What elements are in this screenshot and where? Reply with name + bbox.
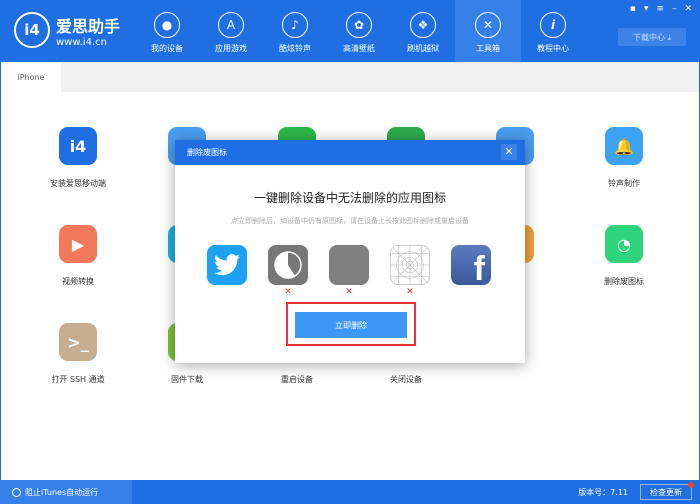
tool-icon: >_ <box>59 323 97 361</box>
header: i4 爱思助手 www.i4.cn ● 我的设备 A 应用游戏 ♪ 酷炫铃声 ✿ 高清壁… <box>0 0 700 62</box>
radio-icon <box>12 487 21 497</box>
nav-my-device[interactable]: ● 我的设备 <box>135 0 199 62</box>
removed-mark: ✕ <box>406 287 414 297</box>
nav-label: 我的设备 <box>151 44 183 53</box>
tools-icon: ✕ <box>475 12 501 38</box>
tool-tile[interactable]: i4 安装爱思移动端 <box>33 127 123 189</box>
sample-icons: ✕ ✕ ✕ f <box>207 245 491 297</box>
dialog-close-button[interactable]: ✕ <box>501 144 517 160</box>
download-center-button[interactable]: 下载中心 ⤓ <box>618 28 686 46</box>
apple-icon: ● <box>154 12 180 38</box>
twitter-icon <box>207 245 247 285</box>
flower-icon: ✿ <box>346 12 372 38</box>
tool-label: 固件下载 <box>171 375 203 384</box>
nav-label: 刷机越狱 <box>407 44 439 53</box>
tool-tile[interactable]: ◔ 删除废图标 <box>579 225 669 287</box>
dialog-subtitle: 点立即删除后，如设备中仍有原图标，请在设备上长按此图标删除或重启设备 <box>231 217 469 225</box>
tool-label: 视频转换 <box>62 277 94 286</box>
tool-icon: 🔔 <box>605 127 643 165</box>
main-nav: ● 我的设备 A 应用游戏 ♪ 酷炫铃声 ✿ 高清壁纸 ❖ 刷机越狱 ✕ 工具箱 i 教程中心 <box>135 0 585 62</box>
logo-icon: i4 <box>14 12 50 48</box>
block-itunes-toggle[interactable]: 阻止iTunes自动运行 <box>0 480 132 504</box>
tool-tile[interactable]: ▶ 视频转换 <box>33 225 123 287</box>
feedback-icon[interactable]: ▪ <box>630 4 636 14</box>
info-icon: i <box>540 12 566 38</box>
block-itunes-label: 阻止iTunes自动运行 <box>25 487 99 497</box>
logo: i4 爱思助手 www.i4.cn <box>14 12 120 48</box>
delete-now-button[interactable]: 立即删除 <box>295 312 407 338</box>
menu-icon[interactable]: ≡ <box>656 4 664 14</box>
status-bar: 阻止iTunes自动运行 版本号：7.11 检查更新 <box>0 480 700 504</box>
facebook-icon: f <box>451 245 491 285</box>
tool-icon: i4 <box>59 127 97 165</box>
app-store-icon: A <box>218 12 244 38</box>
nav-wallpapers[interactable]: ✿ 高清壁纸 <box>327 0 391 62</box>
nav-tutorials[interactable]: i 教程中心 <box>521 0 585 62</box>
notification-dot <box>688 482 694 488</box>
tool-label: 重启设备 <box>281 375 313 384</box>
box-icon: ❖ <box>410 12 436 38</box>
check-update-label: 检查更新 <box>650 487 682 497</box>
dialog-title: 删除废图标 <box>187 148 227 157</box>
nav-apps[interactable]: A 应用游戏 <box>199 0 263 62</box>
tool-label: 铃声制作 <box>608 179 640 188</box>
tool-label: 打开 SSH 通道 <box>51 375 105 384</box>
bell-icon: ♪ <box>282 12 308 38</box>
skin-icon[interactable]: ▾ <box>644 4 649 14</box>
nav-label: 高清壁纸 <box>343 44 375 53</box>
tool-label: 关闭设备 <box>390 375 422 384</box>
nav-toolbox[interactable]: ✕ 工具箱 <box>455 0 521 62</box>
tool-label: 安装爱思移动端 <box>50 179 106 188</box>
nav-ringtones[interactable]: ♪ 酷炫铃声 <box>263 0 327 62</box>
check-update-button[interactable]: 检查更新 <box>640 482 694 500</box>
device-tabbar: iPhone <box>0 62 700 92</box>
app-name: 爱思助手 <box>56 16 121 36</box>
removed-mark: ✕ <box>284 287 292 297</box>
blank-app-icon <box>329 245 369 285</box>
close-window-icon[interactable]: ✕ <box>684 4 692 14</box>
minimize-icon[interactable]: – <box>672 4 677 14</box>
nav-label: 应用游戏 <box>215 44 247 53</box>
placeholder-grid-icon <box>390 245 430 285</box>
tab-iphone[interactable]: iPhone <box>1 62 61 92</box>
nav-label: 酷炫铃声 <box>279 44 311 53</box>
app-url: www.i4.cn <box>56 36 107 48</box>
tool-tile[interactable]: >_ 打开 SSH 通道 <box>33 323 123 385</box>
window-controls: ▪ ▾ ≡ – ✕ <box>630 4 692 14</box>
nav-label: 工具箱 <box>476 44 500 53</box>
tool-tile[interactable]: 🔔 铃声制作 <box>579 127 669 189</box>
nav-flash-jailbreak[interactable]: ❖ 刷机越狱 <box>391 0 455 62</box>
tool-icon: ◔ <box>605 225 643 263</box>
clock-icon <box>268 245 308 285</box>
version-label: 版本号：7.11 <box>578 488 628 497</box>
highlight-box: 立即删除 <box>286 302 416 346</box>
nav-label: 教程中心 <box>537 44 569 53</box>
tool-icon: ▶ <box>59 225 97 263</box>
delete-icon-dialog: 删除废图标 ✕ 一键删除设备中无法删除的应用图标 点立即删除后，如设备中仍有原图… <box>175 140 525 363</box>
tool-label: 删除废图标 <box>604 277 644 286</box>
dialog-heading: 一键删除设备中无法删除的应用图标 <box>253 191 446 205</box>
removed-mark: ✕ <box>345 287 353 297</box>
